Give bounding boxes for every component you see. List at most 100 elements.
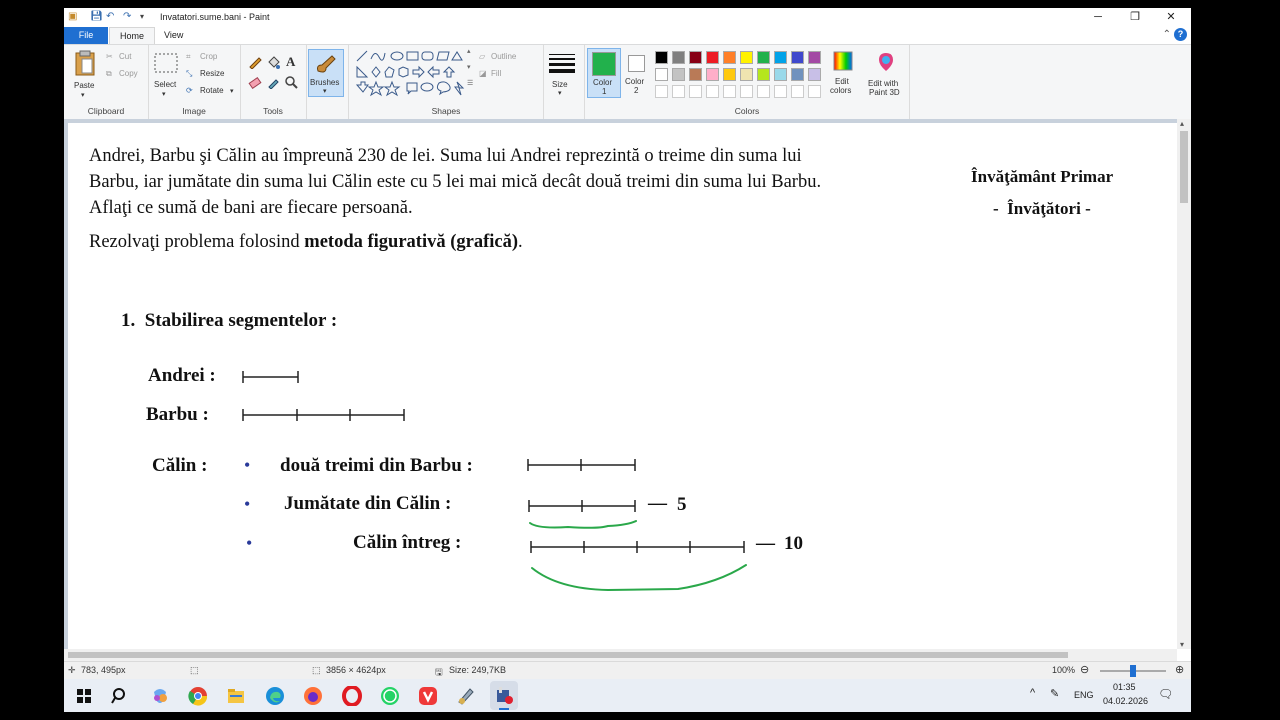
paste-dropdown-icon[interactable]: ▾: [81, 91, 85, 99]
edit-colors-label-a[interactable]: Edit: [835, 77, 849, 86]
collapse-ribbon-icon[interactable]: ⌃: [1163, 29, 1171, 40]
zoom-slider[interactable]: [1100, 665, 1166, 677]
start-icon[interactable]: [74, 686, 94, 706]
chrome-icon[interactable]: [188, 686, 208, 706]
shapes-scroll-down-icon[interactable]: ▾: [467, 63, 471, 71]
shapes-expand-icon[interactable]: ☰: [467, 79, 473, 87]
maximize-button[interactable]: ❐: [1117, 9, 1153, 25]
pen-menu-icon[interactable]: ✎: [1050, 687, 1059, 700]
firefox-icon[interactable]: [303, 686, 323, 706]
save-icon[interactable]: 💾︎: [90, 11, 103, 22]
zoom-in-icon[interactable]: ⊕: [1175, 663, 1184, 676]
scroll-up-icon[interactable]: ▴: [1180, 119, 1184, 128]
fill-icon[interactable]: [266, 55, 280, 69]
palette-swatch[interactable]: [740, 51, 753, 64]
file-menu[interactable]: File: [64, 27, 108, 44]
search-icon[interactable]: [110, 686, 130, 706]
whatsapp-icon[interactable]: [380, 686, 400, 706]
custom-color-slot[interactable]: [791, 85, 804, 98]
size-button[interactable]: Size ▾: [544, 45, 580, 103]
palette-swatch[interactable]: [723, 68, 736, 81]
palette-swatch[interactable]: [791, 68, 804, 81]
custom-color-slot[interactable]: [723, 85, 736, 98]
horizontal-scrollbar[interactable]: [64, 649, 1177, 661]
rotate-dropdown-icon[interactable]: ▾: [230, 87, 234, 95]
palette-swatch[interactable]: [689, 51, 702, 64]
edit-with-paint3d-button[interactable]: Edit with Paint 3D: [862, 45, 910, 105]
shapes-scroll-up-icon[interactable]: ▴: [467, 47, 471, 55]
show-hidden-icons-icon[interactable]: ^: [1030, 687, 1035, 699]
rotate-button[interactable]: Rotate: [200, 86, 224, 95]
horizontal-scroll-thumb[interactable]: [68, 652, 1068, 658]
custom-color-slot[interactable]: [655, 85, 668, 98]
drawing-canvas[interactable]: Andrei, Barbu şi Călin au împreună 230 d…: [68, 123, 1177, 649]
copilot-icon[interactable]: [150, 686, 170, 706]
paint-app-taskbar-icon[interactable]: [456, 686, 476, 706]
minimize-button[interactable]: ─: [1080, 9, 1116, 25]
color-picker-icon[interactable]: [266, 75, 280, 89]
notifications-icon[interactable]: 🗨︎: [1158, 687, 1173, 701]
custom-color-slot[interactable]: [689, 85, 702, 98]
palette-swatch[interactable]: [655, 68, 668, 81]
palette-swatch[interactable]: [774, 51, 787, 64]
zoom-out-icon[interactable]: ⊖: [1080, 663, 1089, 676]
fill-button[interactable]: Fill: [491, 69, 501, 78]
palette-swatch[interactable]: [723, 51, 736, 64]
select-dropdown-icon[interactable]: ▾: [162, 90, 166, 98]
help-icon[interactable]: ?: [1174, 28, 1187, 41]
color1-button[interactable]: Color 1: [587, 48, 621, 98]
palette-swatch[interactable]: [672, 51, 685, 64]
outline-button[interactable]: Outline: [491, 52, 516, 61]
color2-button[interactable]: Color 2: [621, 48, 651, 96]
select-icon[interactable]: [154, 53, 178, 73]
tab-view[interactable]: View: [154, 27, 193, 44]
palette-swatch[interactable]: [757, 68, 770, 81]
paste-icon[interactable]: [74, 49, 96, 77]
custom-color-slot[interactable]: [808, 85, 821, 98]
language-indicator[interactable]: ENG: [1074, 690, 1094, 700]
palette-swatch[interactable]: [706, 51, 719, 64]
custom-color-slot[interactable]: [774, 85, 787, 98]
brushes-button[interactable]: Brushes ▾: [308, 49, 344, 97]
edit-colors-label-b[interactable]: colors: [830, 86, 851, 95]
tab-home[interactable]: Home: [109, 27, 156, 44]
paste-button[interactable]: Paste: [74, 81, 94, 90]
file-explorer-icon[interactable]: [226, 686, 246, 706]
palette-swatch[interactable]: [757, 51, 770, 64]
copy-button[interactable]: Copy: [119, 69, 138, 78]
custom-color-slot[interactable]: [706, 85, 719, 98]
clock-time[interactable]: 01:35: [1113, 682, 1136, 692]
custom-color-slot[interactable]: [740, 85, 753, 98]
palette-swatch[interactable]: [655, 51, 668, 64]
zoom-slider-thumb[interactable]: [1130, 665, 1136, 677]
shapes-gallery[interactable]: [355, 49, 473, 97]
palette-swatch[interactable]: [791, 51, 804, 64]
redo-icon[interactable]: ↷: [123, 11, 131, 22]
custom-color-slot[interactable]: [757, 85, 770, 98]
select-button[interactable]: Select: [154, 80, 176, 89]
palette-swatch[interactable]: [740, 68, 753, 81]
resize-button[interactable]: Resize: [200, 69, 224, 78]
vertical-scrollbar[interactable]: ▴ ▾: [1177, 119, 1191, 649]
close-button[interactable]: ✕: [1153, 9, 1189, 25]
cut-button[interactable]: Cut: [119, 52, 131, 61]
custom-color-slot[interactable]: [672, 85, 685, 98]
vivaldi-icon[interactable]: [418, 686, 438, 706]
edge-icon[interactable]: [265, 686, 285, 706]
eraser-icon[interactable]: [248, 75, 262, 89]
undo-icon[interactable]: ↶: [106, 11, 114, 22]
customize-toolbar-icon[interactable]: ▾: [140, 12, 144, 21]
palette-swatch[interactable]: [706, 68, 719, 81]
paint-taskbar-active[interactable]: [490, 681, 518, 710]
clock-date[interactable]: 04.02.2026: [1103, 696, 1148, 706]
vertical-scroll-thumb[interactable]: [1180, 131, 1188, 203]
palette-swatch[interactable]: [672, 68, 685, 81]
palette-swatch[interactable]: [808, 51, 821, 64]
text-tool-icon[interactable]: A: [286, 54, 295, 70]
scroll-down-icon[interactable]: ▾: [1180, 640, 1184, 649]
palette-swatch[interactable]: [774, 68, 787, 81]
pencil-icon[interactable]: [248, 55, 262, 69]
palette-swatch[interactable]: [689, 68, 702, 81]
crop-button[interactable]: Crop: [200, 52, 217, 61]
edit-colors-icon[interactable]: [833, 51, 853, 71]
